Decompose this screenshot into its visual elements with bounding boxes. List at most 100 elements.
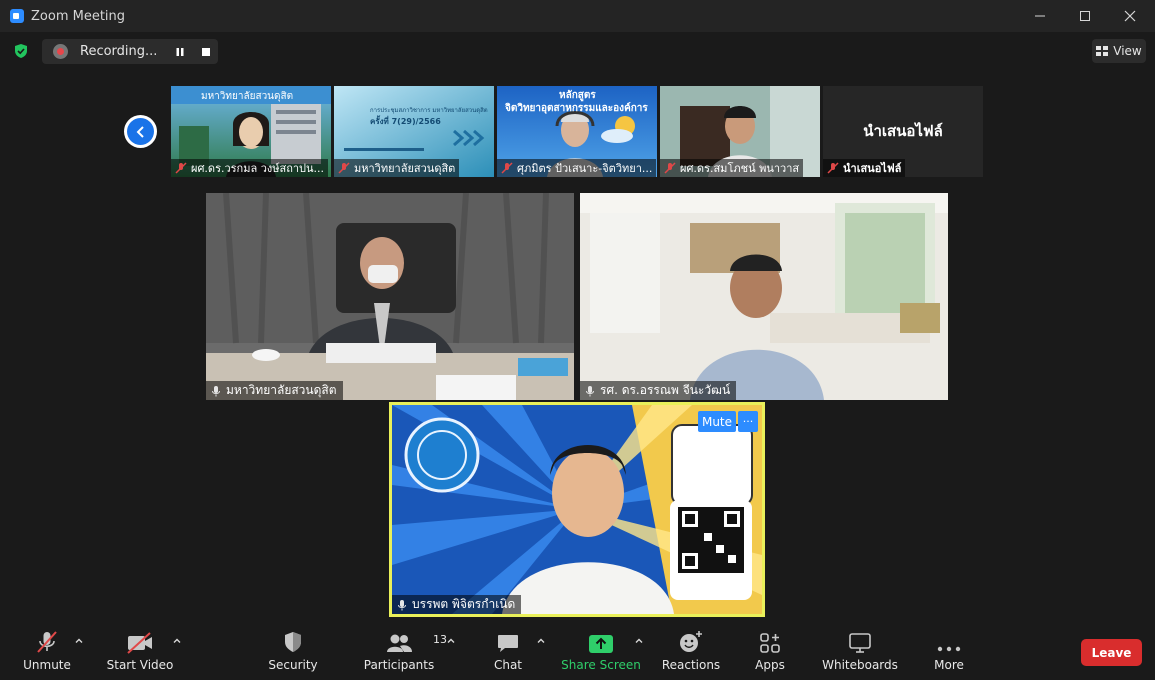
participant-name-tag: นำเสนอไฟล์ (823, 159, 906, 177)
chevron-up-icon[interactable] (634, 636, 644, 646)
reactions-label: Reactions (661, 658, 721, 672)
thumbnail-banner-text: มหาวิทยาลัยสวนดุสิต (201, 91, 294, 102)
shield-icon (285, 632, 301, 652)
share-screen-button[interactable]: Share Screen (561, 620, 641, 680)
chevron-up-icon[interactable] (74, 636, 84, 646)
participant-thumbnail[interactable]: หลักสูตร จิตวิทยาอุตสาหกรรมและองค์การ ศุ… (497, 86, 657, 177)
pause-icon (176, 48, 184, 56)
participant-name: ศุภมิตร ปัวเสนาะ-จิตวิทยา... (517, 162, 653, 175)
view-button[interactable]: View (1092, 39, 1146, 63)
chat-icon (498, 635, 518, 652)
apps-button[interactable]: Apps (752, 620, 788, 680)
mic-muted-icon (501, 162, 513, 174)
participants-label: Participants (363, 658, 435, 672)
minimize-button[interactable] (1017, 0, 1063, 32)
share-screen-icon (589, 635, 613, 653)
participant-name-tag: ผศ.ดร.วรกมล วงษ์สถาปน... (171, 159, 329, 177)
participant-name-tag: ผศ.ดร.สมโภชน์ พนาวาส (660, 159, 804, 177)
participant-name: ผศ.ดร.สมโภชน์ พนาวาส (680, 162, 800, 175)
encryption-shield-icon[interactable] (13, 43, 29, 59)
window-title: Zoom Meeting (31, 8, 126, 24)
stop-icon (202, 48, 210, 56)
chevron-left-icon (127, 118, 154, 145)
active-speaker-tile[interactable]: Mute ··· บรรพต พิจิตรกำเนิด (389, 402, 765, 617)
close-icon (1124, 10, 1136, 22)
chevron-up-icon[interactable] (172, 636, 182, 646)
view-label: View (1113, 44, 1142, 58)
mic-muted-icon (827, 162, 839, 174)
participant-video-tile[interactable]: มหาวิทยาลัยสวนดุสิต (206, 193, 574, 400)
participant-name-tag: มหาวิทยาลัยสวนดุสิต (334, 159, 460, 177)
participant-name: รศ. ดร.อรรณพ จีนะวัฒน์ (600, 383, 731, 397)
participant-name: มหาวิทยาลัยสวนดุสิต (354, 162, 456, 175)
mic-muted-icon (664, 162, 676, 174)
more-label: More (934, 658, 964, 672)
chevron-up-icon[interactable] (536, 636, 546, 646)
unmute-button[interactable]: Unmute (20, 620, 74, 680)
participant-video-tile[interactable]: รศ. ดร.อรรณพ จีนะวัฒน์ (580, 193, 948, 400)
recording-label: Recording... (80, 44, 158, 59)
participant-video (580, 193, 948, 400)
participant-name: มหาวิทยาลัยสวนดุสิต (226, 383, 337, 397)
participants-icon (387, 634, 412, 652)
whiteboards-label: Whiteboards (822, 658, 898, 672)
whiteboards-button[interactable]: Whiteboards (822, 620, 898, 680)
title-bar: Zoom Meeting (0, 0, 1155, 32)
mic-muted-icon (37, 631, 57, 653)
security-label: Security (268, 658, 318, 672)
participant-name: ผศ.ดร.วรกมล วงษ์สถาปน... (191, 162, 325, 175)
more-dots-icon (937, 646, 961, 652)
whiteboard-icon (849, 633, 871, 653)
chat-button[interactable]: Chat (486, 620, 530, 680)
participant-thumbnail[interactable]: นำเสนอไฟล์ นำเสนอไฟล์ (823, 86, 983, 177)
close-window-button[interactable] (1107, 0, 1153, 32)
participants-button[interactable]: 13 Participants (363, 620, 447, 680)
participant-video (206, 193, 574, 400)
smiley-plus-icon (680, 631, 702, 652)
participant-name-tag: มหาวิทยาลัยสวนดุสิต (206, 381, 343, 400)
chat-label: Chat (493, 658, 523, 672)
mic-active-icon (398, 599, 406, 610)
apps-icon (760, 633, 780, 653)
mic-muted-icon (338, 162, 350, 174)
security-button[interactable]: Security (268, 620, 318, 680)
grid-view-icon (1096, 45, 1109, 56)
participant-display-name: นำเสนอไฟล์ (863, 122, 943, 140)
mic-active-icon (212, 385, 220, 396)
participants-count: 13 (433, 633, 447, 646)
mic-active-icon (586, 385, 594, 396)
stop-recording-button[interactable] (199, 45, 213, 59)
mic-muted-icon (175, 162, 187, 174)
meeting-controls-toolbar: Unmute Start Video Security 13 Participa… (0, 620, 1155, 680)
thumbnail-slide-line2: ครั้งที่ 7(29)/2566 (370, 117, 441, 126)
maximize-icon (1080, 11, 1090, 21)
unmute-label: Unmute (23, 658, 71, 672)
participant-thumbnail[interactable]: มหาวิทยาลัยสวนดุสิต ผศ.ดร.วรกมล วงษ์สถาป… (171, 86, 331, 177)
participant-name-tag: รศ. ดร.อรรณพ จีนะวัฒน์ (580, 381, 737, 400)
recording-indicator: Recording... (42, 39, 218, 64)
participant-name-tag: บรรพต พิจิตรกำเนิด (392, 595, 522, 614)
maximize-button[interactable] (1062, 0, 1108, 32)
pause-recording-button[interactable] (173, 45, 187, 59)
thumbnail-slide-line2: จิตวิทยาอุตสาหกรรมและองค์การ (505, 103, 648, 114)
video-off-icon (127, 632, 152, 654)
chevron-up-icon[interactable] (446, 636, 456, 646)
participant-name: บรรพต พิจิตรกำเนิด (412, 597, 516, 611)
mute-participant-button[interactable]: Mute (698, 411, 736, 432)
more-button[interactable]: More (930, 620, 968, 680)
participant-video (392, 405, 762, 614)
zoom-app-icon (10, 9, 24, 23)
apps-label: Apps (755, 658, 785, 672)
participant-name-tag: ศุภมิตร ปัวเสนาะ-จิตวิทยา... (497, 159, 657, 177)
reactions-button[interactable]: Reactions (662, 620, 720, 680)
start-video-button[interactable]: Start Video (106, 620, 174, 680)
previous-page-button[interactable] (124, 115, 157, 148)
leave-meeting-button[interactable]: Leave (1081, 639, 1142, 666)
cloud-recording-icon (53, 44, 68, 59)
participant-thumbnail[interactable]: การประชุมสภาวิชาการ มหาวิทยาลัยสวนดุสิต … (334, 86, 494, 177)
thumbnail-slide-line1: การประชุมสภาวิชาการ มหาวิทยาลัยสวนดุสิต (370, 107, 488, 114)
share-screen-label: Share Screen (561, 658, 641, 672)
more-options-button[interactable]: ··· (738, 411, 758, 432)
minimize-icon (1035, 15, 1045, 17)
participant-thumbnail[interactable]: ผศ.ดร.สมโภชน์ พนาวาส (660, 86, 820, 177)
